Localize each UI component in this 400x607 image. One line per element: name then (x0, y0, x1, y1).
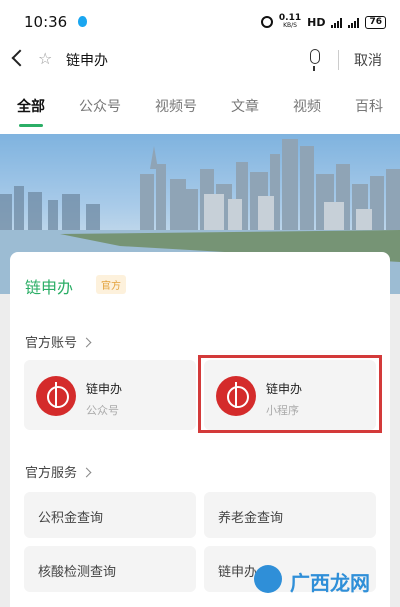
tab-channels[interactable]: 视频号 (155, 96, 197, 116)
signal-icon-2 (348, 17, 360, 28)
alarm-icon (260, 16, 273, 28)
result-card: 链申办 官方 官方账号 链申办 公众号 链申办 小程序 官方服务 公积金查询 养… (10, 252, 390, 607)
category-tabs: 全部 公众号 视频号 文章 视频 百科 (0, 78, 400, 134)
tab-all[interactable]: 全部 (17, 96, 45, 127)
account-official-account[interactable]: 链申办 公众号 (24, 360, 196, 430)
star-icon[interactable]: ☆ (38, 49, 52, 68)
result-title[interactable]: 链申办 (25, 274, 73, 298)
chevron-right-icon (81, 337, 92, 348)
official-services-header[interactable]: 官方服务 (25, 462, 92, 481)
service-nucleic-test[interactable]: 核酸检测查询 (24, 546, 196, 592)
tab-articles[interactable]: 文章 (231, 96, 259, 116)
official-accounts-header[interactable]: 官方账号 (25, 332, 92, 351)
tab-videos[interactable]: 视频 (293, 96, 321, 116)
network-speed: 0.11 KB/S (278, 13, 302, 30)
tab-official-accounts[interactable]: 公众号 (79, 96, 121, 116)
account-name: 链申办 (86, 382, 123, 396)
status-time: 10:36 (24, 13, 68, 31)
search-input[interactable]: 链申办 (66, 50, 108, 70)
battery-indicator: 76 (365, 15, 386, 29)
hd-label: HD (307, 15, 326, 29)
account-logo (36, 376, 76, 416)
signal-icon (331, 17, 343, 28)
divider (338, 50, 339, 70)
service-housing-fund[interactable]: 公积金查询 (24, 492, 196, 538)
back-arrow-icon[interactable] (11, 49, 29, 67)
cancel-button[interactable]: 取消 (354, 50, 382, 70)
tab-baike[interactable]: 百科 (355, 96, 383, 116)
microphone-icon[interactable] (310, 49, 320, 71)
qq-icon (77, 15, 88, 29)
watermark: 广西龙网 (290, 571, 370, 595)
chevron-right-icon (81, 467, 92, 478)
account-type: 公众号 (86, 404, 119, 417)
service-pension[interactable]: 养老金查询 (204, 492, 376, 538)
official-badge: 官方 (96, 275, 126, 294)
status-icons: 0.11 KB/S HD 76 (260, 13, 386, 30)
status-bar: 10:36 0.11 KB/S HD 76 (0, 0, 400, 44)
watermark-logo (254, 565, 282, 593)
search-bar: ☆ 链申办 取消 (0, 44, 400, 78)
highlight-box (198, 355, 382, 433)
